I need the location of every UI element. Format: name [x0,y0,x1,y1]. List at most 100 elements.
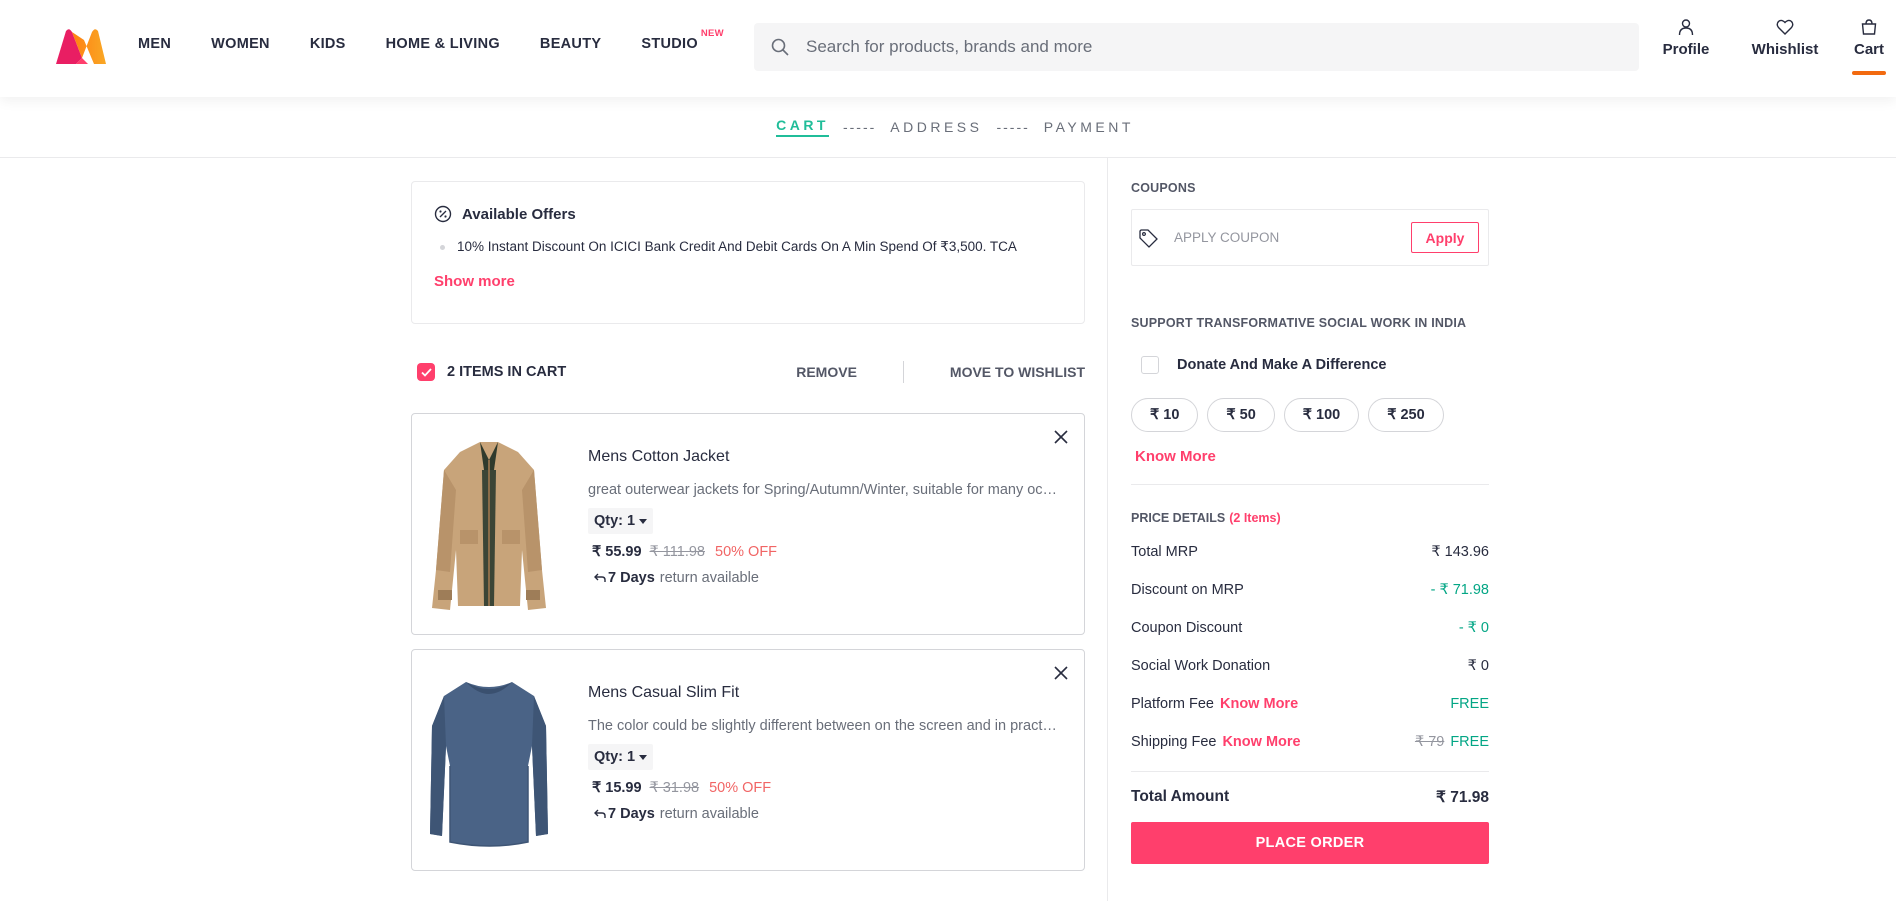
search-input[interactable] [806,37,1586,57]
total-amount-value: ₹ 71.98 [1436,789,1489,806]
search-icon [771,38,789,56]
quantity-label: Qty: 1 [594,749,636,765]
donation-amount-10[interactable]: ₹ 10 [1131,398,1199,432]
nav-beauty[interactable]: BEAUTY [540,36,601,52]
product-description: The color could be slightly different be… [588,718,1058,734]
coupon-box: APPLY COUPON Apply [1131,209,1489,266]
return-text: return available [659,806,759,822]
offers-title: Available Offers [462,205,576,223]
discount-percent: 50% OFF [709,780,772,796]
apply-coupon-label: APPLY COUPON [1174,230,1280,245]
quantity-label: Qty: 1 [594,513,636,529]
bulk-actions: REMOVE MOVE TO WISHLIST [796,360,1085,384]
shipping-fee-value-group: ₹ 79 FREE [1415,734,1489,753]
nav-home-living[interactable]: HOME & LIVING [386,36,500,52]
donation-amounts: ₹ 10 ₹ 50 ₹ 100 ₹ 250 [1131,398,1489,432]
cart-button[interactable]: Cart [1852,18,1886,75]
discount-label: Discount on MRP [1131,582,1244,598]
nav-kids[interactable]: KIDS [310,36,346,52]
summary-column: COUPONS APPLY COUPON Apply SUPPORT TRANS… [1131,181,1489,864]
price-row: ₹ 15.99 ₹ 31.98 50% OFF [588,780,1068,796]
discount-icon [434,205,452,223]
show-more-link[interactable]: Show more [434,273,515,290]
platform-fee-label: Platform Fee [1131,696,1214,712]
step-separator: ----- [842,119,877,135]
shipping-fee-label: Shipping Fee [1131,734,1217,750]
bullet [440,244,445,250]
check-icon [420,367,432,377]
offers-box: Available Offers 10% Instant Discount On… [411,181,1085,324]
platform-know-more-link[interactable]: Know More [1220,696,1298,712]
discount-value: - ₹ 71.98 [1430,582,1489,598]
checkout-steps: CART ----- ADDRESS ----- PAYMENT [0,97,1896,158]
nav-studio[interactable]: STUDIO NEW [641,28,723,52]
item-details: Mens Cotton Jacket great outerwear jacke… [588,448,1068,586]
bag-icon [1861,19,1877,35]
coupon-discount-value: - ₹ 0 [1458,620,1489,636]
selling-price: ₹ 15.99 [592,780,642,796]
close-icon[interactable] [1054,430,1068,444]
top-header: MEN WOMEN KIDS HOME & LIVING BEAUTY STUD… [0,0,1896,97]
apply-coupon-button[interactable]: Apply [1411,222,1479,253]
donation-amount-100[interactable]: ₹ 100 [1283,398,1360,432]
items-count: (2 Items) [1229,511,1281,525]
nav-women[interactable]: WOMEN [211,36,270,52]
donation-amount-250[interactable]: ₹ 250 [1368,398,1444,432]
quantity-selector[interactable]: Qty: 1 [588,508,654,534]
remove-button[interactable]: REMOVE [796,364,857,380]
place-order-button[interactable]: PLACE ORDER [1131,822,1489,864]
main-nav: MEN WOMEN KIDS HOME & LIVING BEAUTY STUD… [138,28,738,52]
return-days: 7 Days [608,806,655,822]
return-icon [594,573,606,582]
price-row: ₹ 55.99 ₹ 111.98 50% OFF [588,544,1068,560]
profile-button[interactable]: Profile [1660,18,1712,74]
social-work-title: SUPPORT TRANSFORMATIVE SOCIAL WORK IN IN… [1131,316,1467,330]
quantity-selector[interactable]: Qty: 1 [588,744,654,770]
cart-item: Mens Cotton Jacket great outerwear jacke… [411,413,1085,635]
donate-checkbox[interactable] [1141,356,1159,374]
myntra-logo[interactable] [54,28,108,66]
caret-down-icon [639,518,648,524]
know-more-link[interactable]: Know More [1131,448,1216,465]
tag-icon [1139,228,1158,248]
nav-studio-label: STUDIO [641,36,698,52]
move-to-wishlist-button[interactable]: MOVE TO WISHLIST [950,364,1085,380]
items-in-cart-label: 2 ITEMS IN CART [447,364,567,380]
wishlist-button[interactable]: Whishlist [1752,18,1818,74]
cart-label: Cart [1853,41,1884,58]
profile-label: Profile [1662,41,1710,58]
total-amount-row: Total Amount ₹ 71.98 [1131,788,1489,807]
close-icon[interactable] [1054,666,1068,680]
step-address: ADDRESS [890,119,983,135]
total-divider [1131,771,1489,772]
step-payment: PAYMENT [1043,119,1134,135]
new-badge: NEW [700,28,724,39]
return-info: 7 Days return available [588,806,1068,822]
cart-item: Mens Casual Slim Fit The color could be … [411,649,1085,871]
total-mrp-value: ₹ 143.96 [1431,544,1489,560]
product-image-jacket[interactable] [430,430,548,616]
return-days: 7 Days [608,570,655,586]
shipping-original-fee: ₹ 79 [1414,734,1445,750]
offers-header: Available Offers [434,205,1062,223]
step-separator: ----- [996,119,1030,135]
shipping-know-more-link[interactable]: Know More [1222,734,1300,750]
product-image-shirt[interactable] [430,666,548,852]
platform-fee-value: FREE [1450,696,1489,712]
product-name[interactable]: Mens Cotton Jacket [588,448,1068,466]
header-actions: Profile Whishlist Cart [1660,18,1886,75]
nav-men[interactable]: MEN [138,36,171,52]
column-divider [1107,158,1108,901]
select-all-checkbox[interactable] [417,363,435,381]
user-icon [1678,19,1694,36]
section-divider [1131,484,1489,485]
donate-label: Donate And Make A Difference [1177,357,1387,373]
donation-amount-50[interactable]: ₹ 50 [1207,398,1275,432]
coupon-discount-label: Coupon Discount [1131,620,1243,636]
wishlist-label: Whishlist [1751,41,1819,58]
platform-fee-row: Platform Fee Know More FREE [1131,696,1489,715]
search-bar [754,23,1639,71]
discount-row: Discount on MRP - ₹ 71.98 [1131,582,1489,601]
item-details: Mens Casual Slim Fit The color could be … [588,684,1068,822]
product-name[interactable]: Mens Casual Slim Fit [588,684,1068,702]
